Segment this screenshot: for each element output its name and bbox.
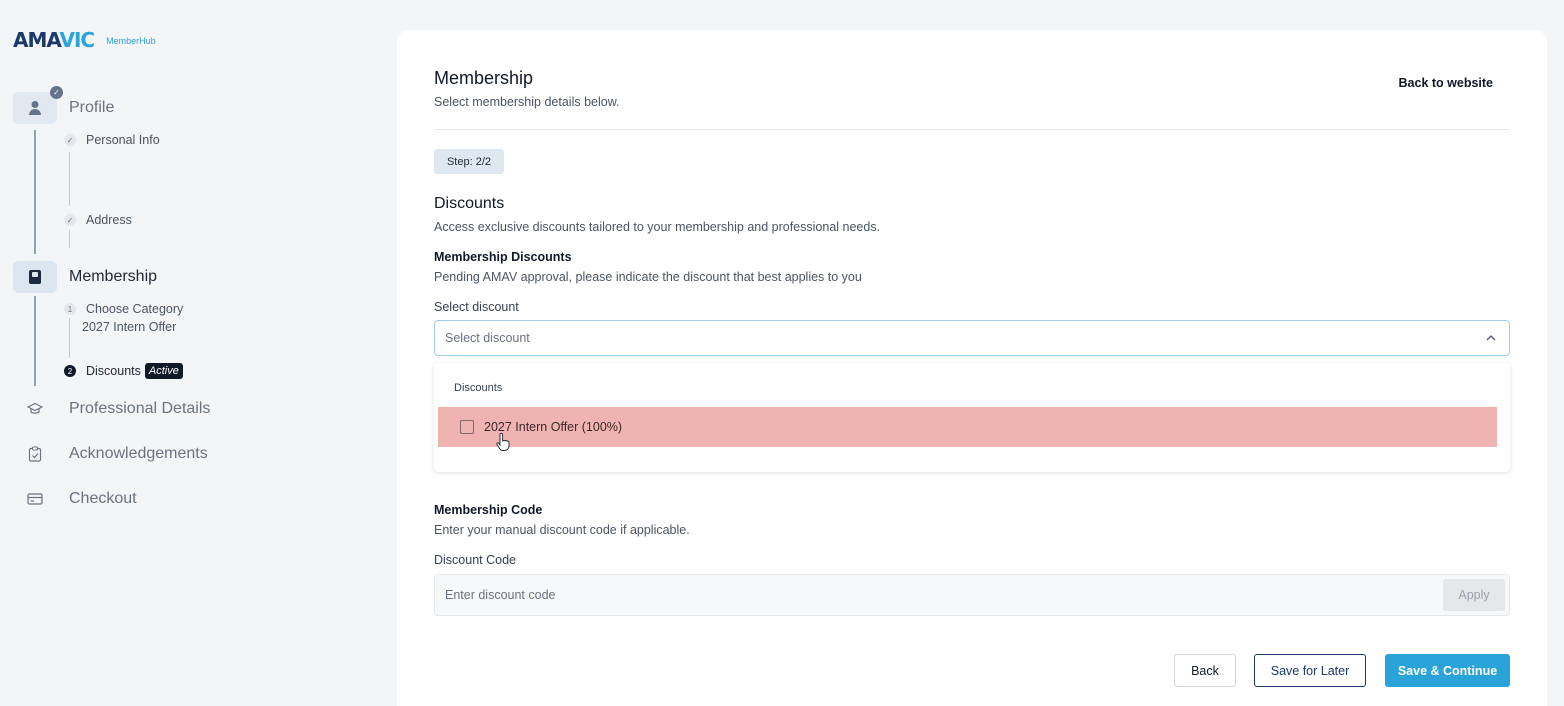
sidebar-step-membership[interactable]: Membership <box>13 261 157 293</box>
sidebar-sub-discounts[interactable]: 2 Discounts Active <box>64 363 183 379</box>
amavic-logo[interactable]: AMAVIC MemberHub <box>13 28 156 52</box>
apply-button[interactable]: Apply <box>1443 579 1505 611</box>
option-checkbox[interactable] <box>460 420 474 434</box>
membership-code-description: Enter your manual discount code if appli… <box>434 523 690 537</box>
check-icon: ✓ <box>50 86 63 99</box>
sidebar-step-label: Profile <box>69 99 115 116</box>
sub-progress-line <box>69 152 70 206</box>
sidebar-sub-personal-info[interactable]: ✓ Personal Info <box>64 133 160 147</box>
user-icon: ✓ <box>13 86 63 124</box>
step-number-badge: 2 <box>64 365 76 377</box>
membership-discounts-label: Membership Discounts <box>434 250 572 264</box>
discount-code-placeholder: Enter discount code <box>445 588 556 602</box>
sidebar-step-label: Checkout <box>69 490 137 507</box>
sidebar-step-acknowledgements[interactable]: Acknowledgements <box>13 438 208 470</box>
discount-code-label: Discount Code <box>434 553 516 567</box>
discounts-title: Discounts <box>434 195 505 212</box>
back-button[interactable]: Back <box>1174 654 1236 687</box>
step-badge: Step: 2/2 <box>434 149 504 174</box>
sidebar-step-checkout[interactable]: Checkout <box>13 483 137 515</box>
sidebar-step-label: Professional Details <box>69 400 211 417</box>
step-number-badge: 1 <box>64 303 76 315</box>
sub-label: Choose Category <box>86 302 184 316</box>
sub-label: Address <box>86 213 132 227</box>
select-discount-label: Select discount <box>434 300 519 314</box>
dropdown-group-header: Discounts <box>454 382 503 394</box>
option-label: 2027 Intern Offer (100%) <box>484 420 623 434</box>
sub-progress-line <box>69 230 70 248</box>
select-discount-dropdown[interactable]: Select discount <box>434 320 1510 356</box>
select-placeholder: Select discount <box>445 331 530 345</box>
sidebar-sub-address[interactable]: ✓ Address <box>64 213 132 227</box>
membership-discounts-description: Pending AMAV approval, please indicate t… <box>434 270 862 284</box>
membership-code-title: Membership Code <box>434 503 543 517</box>
logo-product-name: MemberHub <box>106 36 156 46</box>
progress-line <box>34 296 36 386</box>
save-for-later-button[interactable]: Save for Later <box>1254 654 1366 687</box>
progress-line <box>34 130 36 254</box>
main-panel: Membership Select membership details bel… <box>397 30 1547 706</box>
check-icon: ✓ <box>64 214 76 226</box>
graduation-cap-icon <box>13 393 57 425</box>
id-card-icon <box>13 261 57 293</box>
header-divider <box>434 129 1510 130</box>
credit-card-icon <box>13 483 57 515</box>
sub-label: Personal Info <box>86 133 160 147</box>
page-subtitle: Select membership details below. <box>434 95 620 109</box>
sidebar-step-label: Acknowledgements <box>69 445 208 462</box>
sub-label: Discounts <box>86 364 141 378</box>
dropdown-option-2027-intern-offer[interactable]: 2027 Intern Offer (100%) <box>438 407 1497 447</box>
sidebar: AMAVIC MemberHub ✓ Profile ✓ Personal In… <box>0 0 397 706</box>
discount-dropdown-menu: Discounts 2027 Intern Offer (100%) <box>434 363 1510 472</box>
logo-mark: AMAVIC <box>13 28 96 52</box>
sidebar-step-profile[interactable]: ✓ Profile <box>13 86 115 124</box>
discount-code-field[interactable]: Enter discount code Apply <box>434 574 1510 616</box>
hand-pointer-icon <box>496 432 510 456</box>
sidebar-step-professional-details[interactable]: Professional Details <box>13 393 210 425</box>
sidebar-step-label: Membership <box>69 268 158 285</box>
active-badge: Active <box>144 363 183 379</box>
check-icon: ✓ <box>64 134 76 146</box>
back-to-website-link[interactable]: Back to website <box>1399 76 1493 90</box>
save-and-continue-button[interactable]: Save & Continue <box>1385 654 1510 687</box>
chevron-up-icon <box>1483 330 1499 346</box>
discounts-description: Access exclusive discounts tailored to y… <box>434 220 881 234</box>
logo-text-vic: VIC <box>59 28 96 52</box>
sub-progress-line <box>69 318 70 358</box>
page-title: Membership <box>434 68 534 88</box>
clipboard-check-icon <box>13 438 57 470</box>
logo-text-ama: AMA <box>13 28 61 52</box>
selected-category-value: 2027 Intern Offer <box>82 320 177 334</box>
sidebar-sub-choose-category[interactable]: 1 Choose Category <box>64 302 183 316</box>
